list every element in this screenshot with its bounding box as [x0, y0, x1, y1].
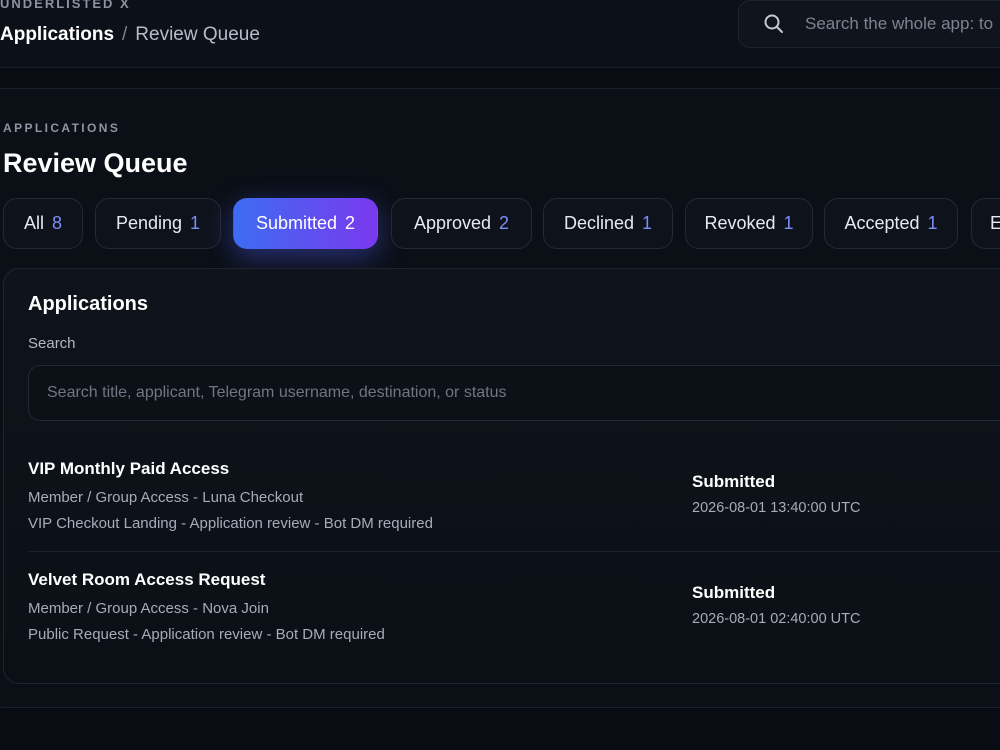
application-subtitle: Member / Group Access - Nova Join	[28, 600, 269, 617]
tab-accepted[interactable]: Accepted 1	[824, 198, 958, 249]
applications-card: Applications Search VIP Monthly Paid Acc…	[3, 268, 1000, 684]
tab-label: Revoked	[704, 213, 776, 233]
tab-count: 1	[190, 213, 201, 233]
tab-submitted[interactable]: Submitted 2	[233, 198, 378, 249]
application-meta: Public Request - Application review - Bo…	[28, 626, 385, 643]
breadcrumb-separator: /	[122, 24, 128, 45]
card-title: Applications	[28, 293, 149, 315]
tab-all[interactable]: All 8	[3, 198, 83, 249]
tab-count: 8	[52, 213, 63, 233]
breadcrumb: Applications / Review Queue	[0, 24, 260, 46]
tab-partial[interactable]: E	[971, 198, 1000, 249]
breadcrumb-root-link[interactable]: Applications	[0, 24, 114, 45]
application-status: Submitted	[692, 583, 776, 602]
tab-count: 1	[783, 213, 794, 233]
applications-search-input[interactable]	[28, 365, 1000, 421]
application-subtitle: Member / Group Access - Luna Checkout	[28, 489, 304, 506]
global-search-input[interactable]	[805, 1, 1000, 47]
search-icon	[763, 13, 785, 40]
application-row[interactable]: VIP Monthly Paid Access Member / Group A…	[28, 457, 1000, 557]
tab-count: 1	[927, 213, 938, 233]
page-eyebrow: APPLICATIONS	[3, 121, 121, 135]
page-title: Review Queue	[3, 148, 188, 178]
tab-label: Approved	[413, 213, 492, 233]
breadcrumb-current: Review Queue	[135, 24, 260, 45]
application-title: VIP Monthly Paid Access	[28, 459, 230, 478]
tab-label: Accepted	[844, 213, 920, 233]
application-meta: VIP Checkout Landing - Application revie…	[28, 515, 433, 532]
global-search[interactable]	[738, 0, 1000, 48]
top-bar: UNDERLISTED X Applications / Review Queue	[0, 0, 1000, 68]
tab-label: Submitted	[255, 213, 338, 233]
app-brand: UNDERLISTED X	[0, 0, 131, 11]
tab-label: E	[990, 213, 1000, 233]
row-divider	[28, 551, 1000, 552]
tab-pending[interactable]: Pending 1	[95, 198, 221, 249]
application-status: Submitted	[692, 472, 776, 491]
tab-count: 2	[345, 213, 356, 233]
tab-label: Pending	[115, 213, 183, 233]
tab-count: 1	[642, 213, 653, 233]
application-title: Velvet Room Access Request	[28, 570, 266, 589]
application-row[interactable]: Velvet Room Access Request Member / Grou…	[28, 568, 1000, 668]
tab-label: All	[23, 213, 44, 233]
tab-declined[interactable]: Declined 1	[543, 198, 673, 249]
application-timestamp: 2026-08-01 13:40:00 UTC	[692, 500, 861, 516]
application-timestamp: 2026-08-01 02:40:00 UTC	[692, 611, 861, 627]
search-label: Search	[28, 335, 76, 352]
tab-label: Declined	[563, 213, 635, 233]
tab-revoked[interactable]: Revoked 1	[685, 198, 813, 249]
tab-approved[interactable]: Approved 2	[391, 198, 532, 249]
tab-count: 2	[499, 213, 510, 233]
